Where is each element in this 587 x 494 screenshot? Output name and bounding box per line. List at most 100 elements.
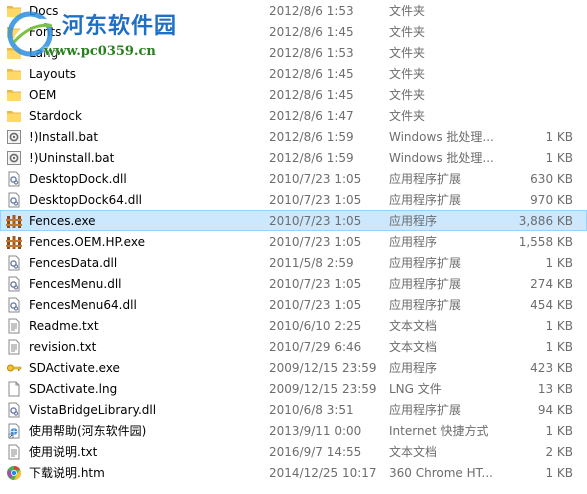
file-row[interactable]: 使用说明.txt 2016/9/7 14:55 文本文档 2 KB (0, 441, 587, 462)
file-type: 应用程序扩展 (389, 172, 462, 186)
file-date-modified: 2012/8/6 1:59 (269, 151, 354, 165)
file-row[interactable]: FencesData.dll 2011/5/8 2:59 应用程序扩展 1 KB (0, 252, 587, 273)
dll-file-icon (6, 276, 22, 292)
file-name: FencesMenu64.dll (29, 298, 137, 312)
file-date-modified: 2011/5/8 2:59 (269, 256, 354, 270)
dll-file-icon (6, 171, 22, 187)
file-date-modified: 2010/7/23 1:05 (269, 298, 362, 312)
file-type: Windows 批处理... (389, 130, 494, 144)
file-row[interactable]: Fences.OEM.HP.exe 2010/7/23 1:05 应用程序 1,558… (0, 231, 587, 252)
file-row[interactable]: DesktopDock.dll 2010/7/23 1:05 应用程序扩展 630 K… (0, 168, 587, 189)
file-row[interactable]: Fonts 2012/8/6 1:45 文件夹 (0, 21, 587, 42)
file-list: Docs 2012/8/6 1:53 文件夹 Fonts 2012/8/6 1:45 文件… (0, 0, 587, 483)
file-type: 文件夹 (389, 25, 426, 39)
batch-file-icon (6, 129, 22, 145)
file-name: DesktopDock.dll (29, 172, 127, 186)
file-size: 1 KB (545, 256, 573, 270)
file-size: 454 KB (530, 298, 573, 312)
file-type: 文本文档 (389, 319, 438, 333)
file-size: 1,558 KB (518, 235, 573, 249)
file-date-modified: 2010/7/29 6:46 (269, 340, 362, 354)
file-name: Docs (29, 4, 59, 18)
file-row[interactable]: 下载说明.htm 2014/12/25 10:17 360 Chrome HT...… (0, 462, 587, 483)
file-row[interactable]: revision.txt 2010/7/29 6:46 文本文档 1 KB (0, 336, 587, 357)
file-name: OEM (29, 88, 57, 102)
blank-file-icon (6, 381, 22, 397)
file-name: Fences.OEM.HP.exe (29, 235, 145, 249)
file-size: 1 KB (545, 424, 573, 438)
file-size: 1 KB (545, 130, 573, 144)
file-type: 应用程序 (389, 361, 438, 375)
file-date-modified: 2010/7/23 1:05 (269, 214, 362, 228)
folder-icon (6, 45, 22, 61)
file-date-modified: 2010/6/10 2:25 (269, 319, 362, 333)
file-date-modified: 2012/8/6 1:45 (269, 67, 354, 81)
file-date-modified: 2012/8/6 1:47 (269, 109, 354, 123)
file-type: 应用程序 (389, 214, 438, 228)
file-row[interactable]: Layouts 2012/8/6 1:45 文件夹 (0, 63, 587, 84)
file-name: revision.txt (29, 340, 97, 354)
file-name: 下载说明.htm (29, 466, 105, 480)
file-row[interactable]: Stardock 2012/8/6 1:47 文件夹 (0, 105, 587, 126)
file-row[interactable]: DesktopDock64.dll 2010/7/23 1:05 应用程序扩展 970… (0, 189, 587, 210)
file-type: 应用程序扩展 (389, 193, 462, 207)
internet-shortcut-icon (6, 423, 22, 439)
file-type: 文件夹 (389, 67, 426, 81)
file-name: FencesData.dll (29, 256, 118, 270)
file-type: 文本文档 (389, 445, 438, 459)
file-name: FencesMenu.dll (29, 277, 122, 291)
file-size: 423 KB (530, 361, 573, 375)
file-row[interactable]: Docs 2012/8/6 1:53 文件夹 (0, 0, 587, 21)
file-row[interactable]: FencesMenu64.dll 2010/7/23 1:05 应用程序扩展 454 … (0, 294, 587, 315)
file-date-modified: 2009/12/15 23:59 (269, 382, 377, 396)
file-name: Readme.txt (29, 319, 99, 333)
file-name: VistaBridgeLibrary.dll (29, 403, 157, 417)
file-size: 1 KB (545, 466, 573, 480)
file-type: 应用程序扩展 (389, 298, 462, 312)
text-file-icon (6, 444, 22, 460)
file-size: 1 KB (545, 340, 573, 354)
file-row[interactable]: SDActivate.exe 2009/12/15 23:59 应用程序 423 KB (0, 357, 587, 378)
dll-file-icon (6, 297, 22, 313)
file-row[interactable]: FencesMenu.dll 2010/7/23 1:05 应用程序扩展 274 KB (0, 273, 587, 294)
file-size: 13 KB (537, 382, 573, 396)
file-date-modified: 2012/8/6 1:53 (269, 46, 354, 60)
file-type: 应用程序 (389, 235, 438, 249)
file-date-modified: 2010/6/8 3:51 (269, 403, 354, 417)
file-date-modified: 2010/7/23 1:05 (269, 172, 362, 186)
file-row[interactable]: SDActivate.lng 2009/12/15 23:59 LNG 文件 13 K… (0, 378, 587, 399)
batch-file-icon (6, 150, 22, 166)
file-row[interactable]: VistaBridgeLibrary.dll 2010/6/8 3:51 应用程序扩… (0, 399, 587, 420)
file-type: 360 Chrome HT... (389, 466, 493, 480)
file-row[interactable]: !)Install.bat 2012/8/6 1:59 Windows 批处理...… (0, 126, 587, 147)
file-row[interactable]: !)Uninstall.bat 2012/8/6 1:59 Windows 批处理.… (0, 147, 587, 168)
file-date-modified: 2014/12/25 10:17 (269, 466, 377, 480)
file-row[interactable]: Fences.exe 2010/7/23 1:05 应用程序 3,886 KB (0, 210, 587, 231)
file-name: DesktopDock64.dll (29, 193, 142, 207)
file-date-modified: 2013/9/11 0:00 (269, 424, 362, 438)
folder-icon (6, 66, 22, 82)
file-name: 使用说明.txt (29, 445, 98, 459)
file-date-modified: 2009/12/15 23:59 (269, 361, 377, 375)
chrome-html-icon (6, 465, 22, 481)
file-date-modified: 2010/7/23 1:05 (269, 193, 362, 207)
file-name: Stardock (29, 109, 82, 123)
text-file-icon (6, 318, 22, 334)
dll-file-icon (6, 402, 22, 418)
file-row[interactable]: Readme.txt 2010/6/10 2:25 文本文档 1 KB (0, 315, 587, 336)
folder-icon (6, 3, 22, 19)
dll-file-icon (6, 255, 22, 271)
file-type: 文件夹 (389, 109, 426, 123)
file-row[interactable]: OEM 2012/8/6 1:45 文件夹 (0, 84, 587, 105)
key-app-icon (6, 360, 22, 376)
file-type: Internet 快捷方式 (389, 424, 489, 438)
file-size: 2 KB (545, 445, 573, 459)
file-name: Fonts (29, 25, 62, 39)
file-name: Fences.exe (29, 214, 96, 228)
file-row[interactable]: 使用帮助(河东软件园) 2013/9/11 0:00 Internet 快捷方式 1 … (0, 420, 587, 441)
file-type: 文件夹 (389, 46, 426, 60)
file-name: SDActivate.exe (29, 361, 120, 375)
file-type: 应用程序扩展 (389, 256, 462, 270)
file-size: 3,886 KB (518, 214, 573, 228)
file-row[interactable]: Lang 2012/8/6 1:53 文件夹 (0, 42, 587, 63)
